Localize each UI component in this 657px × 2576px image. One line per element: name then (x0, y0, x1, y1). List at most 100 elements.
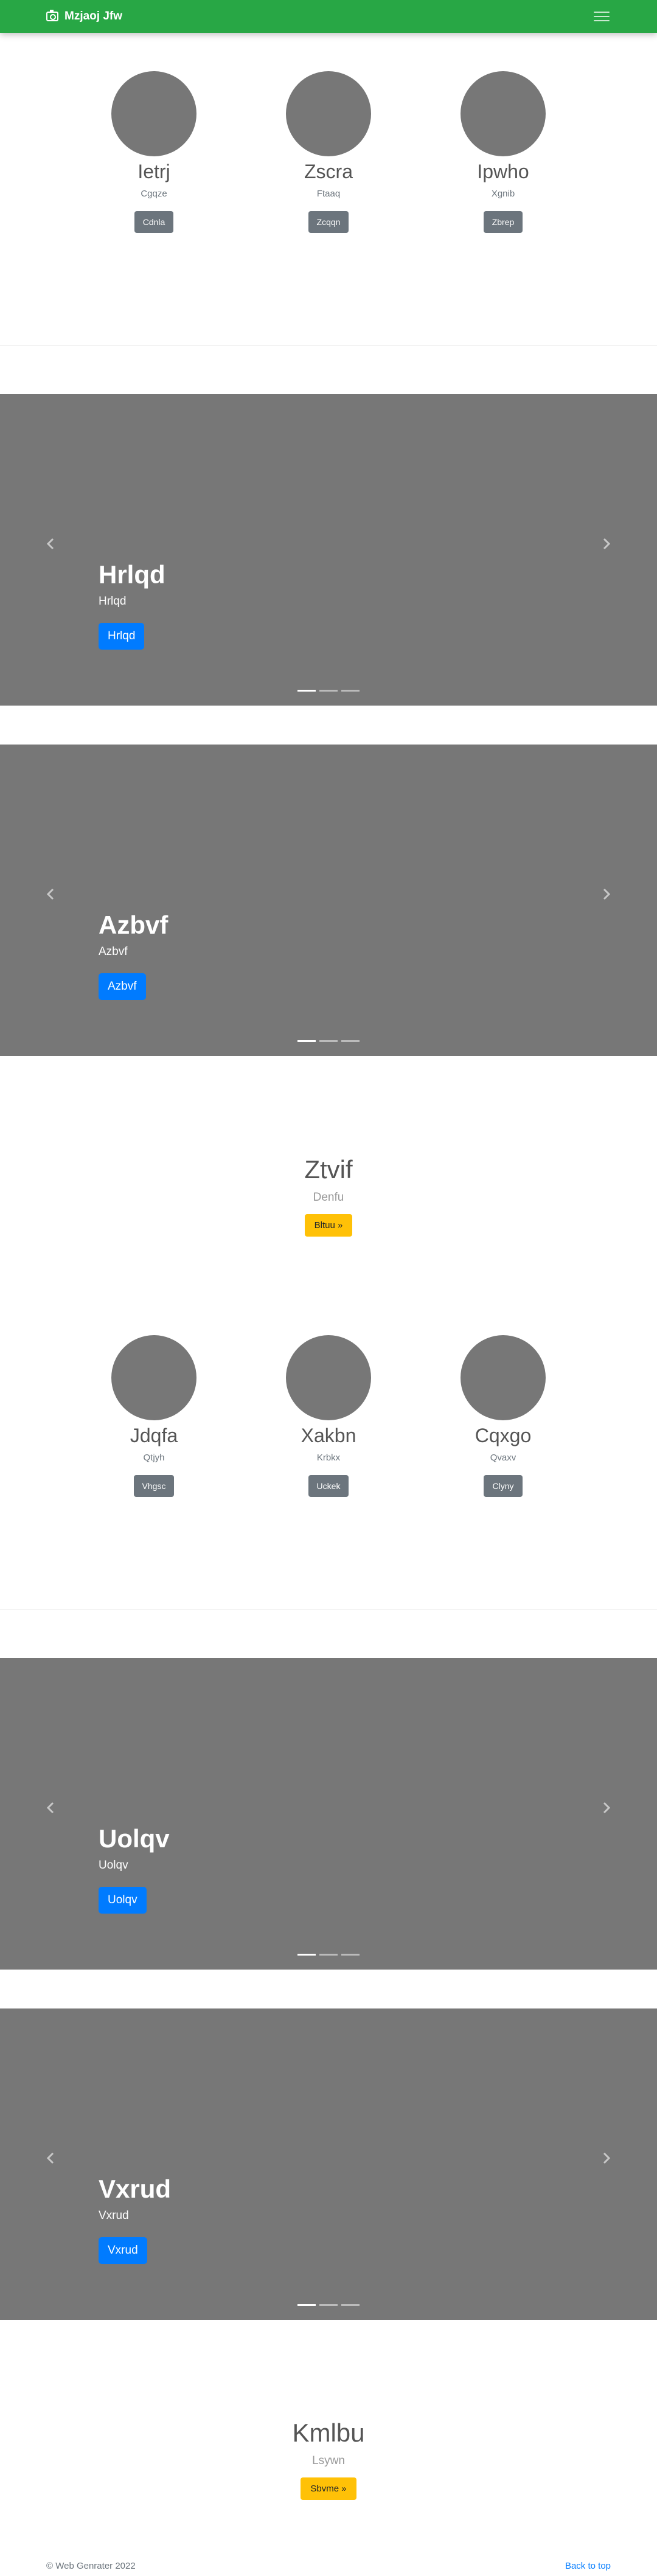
avatar (286, 71, 371, 156)
navbar: Mzjaoj Jfw (0, 0, 657, 33)
carousel-indicator[interactable] (297, 690, 316, 692)
member-button[interactable]: Vhgsc (133, 1475, 175, 1498)
member-button[interactable]: Zbrep (483, 211, 523, 234)
feature-text: Denfu (313, 1191, 344, 1204)
footer-copyright: © Web Genrater 2022 (46, 2561, 136, 2571)
team-member: Xakbn Krbkx Uckek (286, 1335, 371, 1498)
carousel-indicator[interactable] (319, 1954, 338, 1956)
brand-name: Mzjaoj Jfw (64, 10, 123, 23)
avatar (461, 1335, 546, 1420)
carousel-prev-button[interactable] (41, 1796, 60, 1820)
member-name: Ietrj (137, 161, 170, 182)
feature-title: Kmlbu (292, 2418, 365, 2447)
avatar (461, 71, 546, 156)
carousel-next-button[interactable] (597, 1796, 616, 1820)
avatar (111, 1335, 196, 1420)
chevron-right-icon (603, 888, 611, 900)
carousel-text: Vxrud (99, 2209, 129, 2223)
carousel-indicator[interactable] (341, 1954, 360, 1956)
carousel-button[interactable]: Hrlqd (99, 623, 145, 650)
chevron-left-icon (46, 538, 54, 550)
avatar (111, 71, 196, 156)
team-member: Jdqfa Qtjyh Vhgsc (111, 1335, 196, 1498)
carousel-prev-button[interactable] (41, 2146, 60, 2170)
member-role: Qvaxv (490, 1453, 516, 1463)
carousel-next-button[interactable] (597, 532, 616, 556)
carousel-title: Uolqv (99, 1824, 170, 1853)
carousel-indicator[interactable] (297, 1954, 316, 1956)
team-member: Zscra Ftaaq Zcqqn (286, 71, 371, 234)
member-button[interactable]: Zcqqn (308, 211, 349, 234)
carousel-text: Uolqv (99, 1859, 128, 1872)
carousel-indicators (0, 1040, 657, 1042)
carousel-title: Vxrud (99, 2175, 172, 2203)
carousel-text: Azbvf (99, 945, 128, 959)
carousel-indicator[interactable] (297, 2304, 316, 2306)
carousel-1: Hrlqd Hrlqd Hrlqd (0, 394, 657, 706)
chevron-right-icon (603, 1802, 611, 1814)
carousel-indicator[interactable] (319, 1040, 338, 1042)
footer: © Web Genrater 2022 Back to top (46, 2561, 611, 2571)
chevron-left-icon (46, 888, 54, 900)
carousel-next-button[interactable] (597, 882, 616, 906)
carousel-caption: Vxrud Vxrud Vxrud (99, 2174, 172, 2265)
carousel-prev-button[interactable] (41, 882, 60, 906)
carousel-next-button[interactable] (597, 2146, 616, 2170)
member-role: Cgqze (141, 189, 167, 200)
carousel-text: Hrlqd (99, 595, 127, 608)
member-role: Xgnib (491, 189, 515, 200)
carousel-button[interactable]: Uolqv (99, 1887, 147, 1914)
chevron-left-icon (46, 2152, 54, 2164)
carousel-prev-button[interactable] (41, 532, 60, 556)
carousel-indicator[interactable] (319, 2304, 338, 2306)
carousel-2: Azbvf Azbvf Azbvf (0, 745, 657, 1056)
member-role: Krbkx (316, 1453, 341, 1463)
member-name: Xakbn (301, 1425, 356, 1446)
team-section-2: Jdqfa Qtjyh Vhgsc Xakbn Krbkx Uckek Cqxg… (0, 1335, 657, 1498)
feature-button[interactable]: Bltuu » (304, 1214, 353, 1237)
carousel-button[interactable]: Azbvf (99, 973, 146, 1001)
member-button[interactable]: Cdnla (134, 211, 174, 234)
feature-title: Ztvif (304, 1155, 353, 1184)
feature-section-2: Kmlbu Lsywn Sbvme » (0, 2418, 657, 2501)
carousel-indicator[interactable] (341, 690, 360, 692)
navbar-toggler-button[interactable] (593, 10, 611, 23)
feature-text: Lsywn (312, 2454, 345, 2468)
member-role: Ftaaq (316, 189, 341, 200)
team-section-1: Ietrj Cgqze Cdnla Zscra Ftaaq Zcqqn Ipwh… (0, 71, 657, 234)
member-name: Ipwho (477, 161, 529, 182)
hamburger-menu-icon (594, 12, 610, 13)
feature-button[interactable]: Sbvme » (301, 2477, 356, 2501)
carousel-4: Vxrud Vxrud Vxrud (0, 2008, 657, 2320)
member-button[interactable]: Clyny (484, 1475, 523, 1498)
member-button[interactable]: Uckek (308, 1475, 349, 1498)
camera-icon (46, 10, 58, 21)
team-member: Cqxgo Qvaxv Clyny (461, 1335, 546, 1498)
carousel-title: Hrlqd (99, 560, 165, 589)
chevron-left-icon (46, 1802, 54, 1814)
carousel-indicators (0, 2304, 657, 2306)
team-member: Ietrj Cgqze Cdnla (111, 71, 196, 234)
member-name: Zscra (304, 161, 353, 182)
carousel-indicators (0, 1954, 657, 1956)
team-member: Ipwho Xgnib Zbrep (461, 71, 546, 234)
carousel-indicator[interactable] (341, 1040, 360, 1042)
navbar-brand[interactable]: Mzjaoj Jfw (46, 10, 122, 23)
member-role: Qtjyh (143, 1453, 165, 1463)
carousel-caption: Uolqv Uolqv Uolqv (99, 1824, 170, 1914)
chevron-right-icon (603, 2152, 611, 2164)
carousel-caption: Hrlqd Hrlqd Hrlqd (99, 560, 165, 650)
carousel-button[interactable]: Vxrud (99, 2237, 147, 2265)
back-to-top-link[interactable]: Back to top (565, 2561, 611, 2571)
member-name: Jdqfa (130, 1425, 178, 1446)
carousel-3: Uolqv Uolqv Uolqv (0, 1658, 657, 1970)
carousel-title: Azbvf (99, 911, 169, 939)
carousel-indicators (0, 690, 657, 692)
avatar (286, 1335, 371, 1420)
carousel-caption: Azbvf Azbvf Azbvf (99, 910, 169, 1001)
feature-section-1: Ztvif Denfu Bltuu » (0, 1155, 657, 1237)
member-name: Cqxgo (474, 1425, 532, 1446)
carousel-indicator[interactable] (319, 690, 338, 692)
carousel-indicator[interactable] (297, 1040, 316, 1042)
carousel-indicator[interactable] (341, 2304, 360, 2306)
